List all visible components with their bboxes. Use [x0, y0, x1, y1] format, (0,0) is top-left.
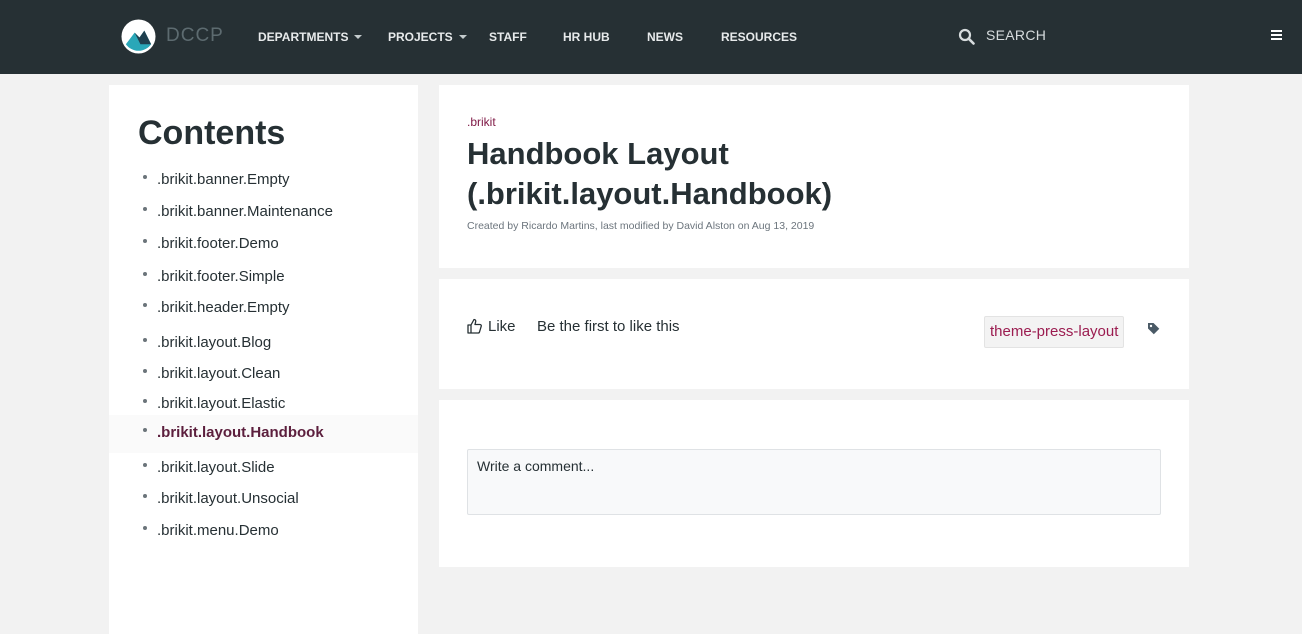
- bullet-icon: [143, 428, 147, 432]
- bullet-icon: [143, 369, 147, 373]
- sidebar-heading: Contents: [138, 114, 286, 152]
- search-icon: [958, 28, 975, 45]
- nav-hr-hub-label: HR HUB: [563, 30, 610, 44]
- toc-item[interactable]: .brikit.layout.Blog: [109, 332, 418, 356]
- nav-staff[interactable]: STAFF: [489, 30, 527, 44]
- label-chip[interactable]: theme-press-layout: [984, 316, 1125, 348]
- nav-projects[interactable]: PROJECTS: [388, 30, 467, 44]
- breadcrumb[interactable]: .brikit: [467, 115, 496, 129]
- contents-sidebar: Contents .brikit.banner.Empty .brikit.ba…: [109, 85, 418, 634]
- page-title-line-1: Handbook Layout: [467, 136, 729, 171]
- toc-item[interactable]: .brikit.header.Empty: [109, 297, 418, 321]
- bullet-icon: [143, 207, 147, 211]
- caret-down-icon: [458, 35, 467, 39]
- nav-news[interactable]: NEWS: [647, 30, 683, 44]
- bullet-icon: [143, 175, 147, 179]
- top-navigation-bar: DCCP DEPARTMENTS PROJECTS STAFF HR HUB N…: [0, 0, 1302, 74]
- caret-down-icon: [354, 35, 363, 39]
- page-title-line-2: (.brikit.layout.Handbook): [467, 176, 833, 211]
- toc-item-label: .brikit.layout.Handbook: [157, 424, 324, 441]
- hamburger-menu-icon[interactable]: [1271, 30, 1282, 40]
- nav-projects-label: PROJECTS: [388, 30, 453, 44]
- thumbs-up-icon: [467, 318, 482, 334]
- toc-item-label: .brikit.layout.Unsocial: [157, 490, 299, 507]
- toc-item-label: .brikit.banner.Maintenance: [157, 203, 333, 220]
- like-label: Like: [488, 318, 516, 335]
- toc-item[interactable]: .brikit.banner.Maintenance: [109, 201, 418, 225]
- bullet-icon: [143, 239, 147, 243]
- toc-item-label: .brikit.footer.Simple: [157, 268, 285, 285]
- toc-item-label: .brikit.layout.Clean: [157, 365, 281, 382]
- toc-item-label: .brikit.layout.Slide: [157, 459, 275, 476]
- comments-panel: Write a comment...: [439, 400, 1189, 567]
- nav-resources-label: RESOURCES: [721, 30, 798, 44]
- toc-item-label: .brikit.banner.Empty: [157, 171, 290, 188]
- bullet-icon: [143, 272, 147, 276]
- page-byline: Created by Ricardo Martins, last modifie…: [467, 220, 815, 232]
- nav-staff-label: STAFF: [489, 30, 527, 44]
- logo-icon[interactable]: [121, 19, 156, 54]
- page-title: Handbook Layout (.brikit.layout.Handbook…: [467, 134, 1157, 214]
- toc-item[interactable]: .brikit.menu.Demo: [109, 520, 418, 544]
- nav-departments[interactable]: DEPARTMENTS: [258, 30, 363, 44]
- bullet-icon: [143, 463, 147, 467]
- bullet-icon: [143, 303, 147, 307]
- bullet-icon: [143, 338, 147, 342]
- likes-labels-panel: Like Be the first to like this theme-pre…: [439, 279, 1189, 389]
- toc-item-label: .brikit.footer.Demo: [157, 235, 279, 252]
- nav-departments-label: DEPARTMENTS: [258, 30, 349, 44]
- toc-item[interactable]: .brikit.footer.Simple: [109, 266, 418, 290]
- toc-item[interactable]: .brikit.banner.Empty: [109, 169, 418, 193]
- bullet-icon: [143, 494, 147, 498]
- toc-item-active[interactable]: .brikit.layout.Handbook: [109, 415, 418, 453]
- page-header-panel: .brikit Handbook Layout (.brikit.layout.…: [439, 85, 1189, 268]
- toc-item[interactable]: .brikit.layout.Slide: [109, 457, 418, 481]
- toc-item-label: .brikit.menu.Demo: [157, 522, 279, 539]
- like-status-text: Be the first to like this: [537, 318, 680, 335]
- toc-item[interactable]: .brikit.layout.Clean: [109, 363, 418, 387]
- bullet-icon: [143, 399, 147, 403]
- toc-item-label: .brikit.layout.Blog: [157, 334, 272, 351]
- toc-item[interactable]: .brikit.layout.Elastic: [109, 393, 418, 417]
- comment-input[interactable]: Write a comment...: [467, 449, 1161, 515]
- toc-item[interactable]: .brikit.layout.Unsocial: [109, 488, 418, 512]
- bullet-icon: [143, 526, 147, 530]
- brand-name[interactable]: DCCP: [166, 25, 224, 47]
- nav-news-label: NEWS: [647, 30, 683, 44]
- search-label: SEARCH: [986, 27, 1047, 43]
- toc-item-label: .brikit.header.Empty: [157, 299, 290, 316]
- toc-item[interactable]: .brikit.footer.Demo: [109, 233, 418, 257]
- tag-icon[interactable]: [1147, 322, 1160, 335]
- toc-item-label: .brikit.layout.Elastic: [157, 395, 286, 412]
- nav-resources[interactable]: RESOURCES: [721, 30, 797, 44]
- nav-hr-hub[interactable]: HR HUB: [563, 30, 610, 44]
